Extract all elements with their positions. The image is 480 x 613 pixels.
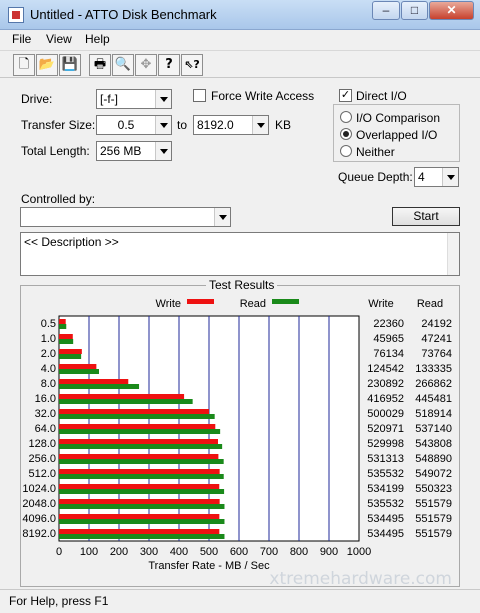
results-chart: 0 100 200 300 400 500 600 700 800 900 1000 Transfer… bbox=[22, 298, 452, 572]
write-bar bbox=[59, 394, 185, 399]
read-bar bbox=[59, 339, 74, 344]
read-bar bbox=[59, 384, 140, 389]
write-bar bbox=[59, 349, 82, 354]
read-bar bbox=[59, 429, 221, 434]
write-value: 534495 bbox=[367, 528, 404, 540]
write-value: 535532 bbox=[367, 468, 404, 480]
x-tick-label: 300 bbox=[140, 546, 158, 558]
category-label: 128.0 bbox=[28, 438, 56, 450]
read-bar bbox=[59, 534, 225, 539]
write-value: 520971 bbox=[367, 423, 404, 435]
write-bar bbox=[59, 439, 218, 444]
category-label: 8192.0 bbox=[22, 528, 56, 540]
write-bar bbox=[59, 409, 210, 414]
x-tick-label: 1000 bbox=[347, 546, 371, 558]
write-bar bbox=[59, 484, 220, 489]
read-bar bbox=[59, 324, 67, 329]
read-bar bbox=[59, 474, 224, 479]
read-value: 543808 bbox=[415, 438, 452, 450]
write-bar bbox=[59, 469, 220, 474]
read-bar bbox=[59, 369, 100, 374]
legend-read-swatch bbox=[272, 299, 299, 304]
category-label: 512.0 bbox=[28, 468, 56, 480]
write-column-header: Write bbox=[368, 298, 393, 310]
write-value: 534495 bbox=[367, 513, 404, 525]
x-axis-title: Transfer Rate - MB / Sec bbox=[148, 560, 270, 572]
x-tick-label: 800 bbox=[290, 546, 308, 558]
read-value: 551579 bbox=[415, 498, 452, 510]
write-bar bbox=[59, 454, 219, 459]
category-label: 0.5 bbox=[41, 318, 56, 330]
category-label: 1024.0 bbox=[22, 483, 56, 495]
write-bar bbox=[59, 334, 73, 339]
read-bar bbox=[59, 519, 225, 524]
x-tick-label: 200 bbox=[110, 546, 128, 558]
x-tick-label: 100 bbox=[80, 546, 98, 558]
category-label: 4.0 bbox=[41, 363, 56, 375]
read-bar bbox=[59, 399, 193, 404]
x-tick-label: 400 bbox=[170, 546, 188, 558]
read-value: 548890 bbox=[415, 453, 452, 465]
legend-read-label: Read bbox=[240, 298, 266, 310]
category-label: 1.0 bbox=[41, 333, 56, 345]
write-value: 535532 bbox=[367, 498, 404, 510]
write-value: 531313 bbox=[367, 453, 404, 465]
read-value: 445481 bbox=[415, 393, 452, 405]
read-value: 47241 bbox=[421, 333, 452, 345]
read-bar bbox=[59, 459, 224, 464]
write-bar bbox=[59, 379, 129, 384]
x-tick-label: 700 bbox=[260, 546, 278, 558]
read-value: 550323 bbox=[415, 483, 452, 495]
write-value: 534199 bbox=[367, 483, 404, 495]
write-bar bbox=[59, 364, 97, 369]
x-tick-label: 0 bbox=[56, 546, 62, 558]
read-bar bbox=[59, 504, 225, 509]
read-bar bbox=[59, 414, 215, 419]
write-value: 76134 bbox=[373, 348, 404, 360]
read-value: 73764 bbox=[421, 348, 452, 360]
legend-write-label: Write bbox=[156, 298, 181, 310]
write-bar bbox=[59, 499, 220, 504]
write-value: 416952 bbox=[367, 393, 404, 405]
category-label: 2048.0 bbox=[22, 498, 56, 510]
read-value: 549072 bbox=[415, 468, 452, 480]
read-value: 24192 bbox=[421, 318, 452, 330]
write-bar bbox=[59, 319, 66, 324]
write-value: 529998 bbox=[367, 438, 404, 450]
write-value: 22360 bbox=[373, 318, 404, 330]
write-bar bbox=[59, 514, 220, 519]
x-tick-label: 600 bbox=[230, 546, 248, 558]
category-label: 2.0 bbox=[41, 348, 56, 360]
read-value: 266862 bbox=[415, 378, 452, 390]
write-value: 124542 bbox=[367, 363, 404, 375]
watermark-text: xtremehardware.com bbox=[269, 569, 452, 589]
write-value: 230892 bbox=[367, 378, 404, 390]
category-label: 256.0 bbox=[28, 453, 56, 465]
category-label: 4096.0 bbox=[22, 513, 56, 525]
category-label: 8.0 bbox=[41, 378, 56, 390]
category-label: 64.0 bbox=[35, 423, 56, 435]
write-bar bbox=[59, 424, 216, 429]
read-value: 537140 bbox=[415, 423, 452, 435]
status-text: For Help, press F1 bbox=[9, 594, 109, 608]
write-value: 45965 bbox=[373, 333, 404, 345]
legend-write-swatch bbox=[187, 299, 214, 304]
read-value: 551579 bbox=[415, 528, 452, 540]
category-label: 32.0 bbox=[35, 408, 56, 420]
category-label: 16.0 bbox=[35, 393, 56, 405]
read-column-header: Read bbox=[417, 298, 443, 310]
x-tick-label: 900 bbox=[320, 546, 338, 558]
status-bar: For Help, press F1 bbox=[0, 589, 480, 613]
read-bar bbox=[59, 444, 223, 449]
write-bar bbox=[59, 529, 220, 534]
read-bar bbox=[59, 489, 225, 494]
read-value: 518914 bbox=[415, 408, 452, 420]
write-value: 500029 bbox=[367, 408, 404, 420]
x-tick-label: 500 bbox=[200, 546, 218, 558]
read-value: 551579 bbox=[415, 513, 452, 525]
read-bar bbox=[59, 354, 82, 359]
read-value: 133335 bbox=[415, 363, 452, 375]
